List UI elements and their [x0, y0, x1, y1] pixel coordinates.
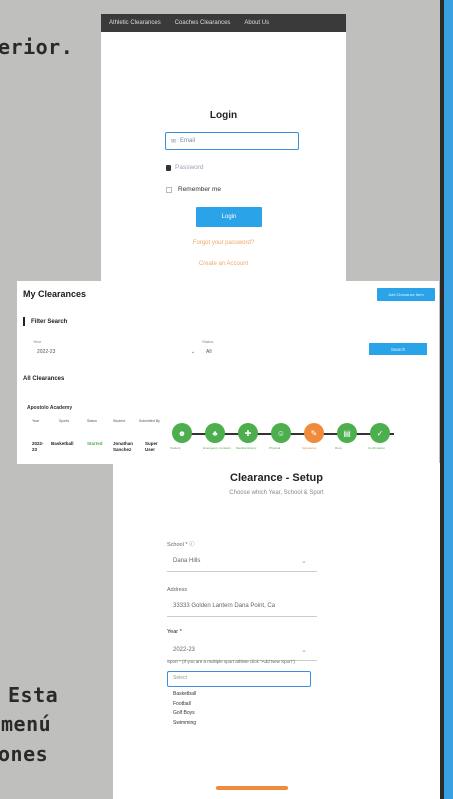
step-signature-icon[interactable]: ✎: [304, 423, 324, 443]
clearance-setup-screenshot: Clearance - Setup Choose which Year, Sch…: [113, 463, 440, 799]
sport-option[interactable]: Swimming: [173, 719, 305, 729]
side-text-line4: ones: [0, 742, 49, 766]
row-student[interactable]: Jonathan Sanchez: [113, 441, 139, 454]
login-title: Login: [209, 110, 238, 121]
header-status: Status: [87, 419, 97, 423]
setup-subtitle: Choose which Year, School & Sport: [229, 490, 324, 496]
address-label: Address: [167, 587, 188, 593]
forgot-password-link[interactable]: Forgot your password?: [101, 240, 346, 246]
sport-option[interactable]: Golf Boys: [173, 709, 305, 719]
header-year: Year: [32, 419, 40, 423]
page-title: My Clearances: [23, 289, 87, 299]
lock-icon: [166, 164, 171, 171]
side-text-line2: Esta: [8, 683, 59, 707]
top-navbar: Athletic Clearances Coaches Clearances A…: [101, 14, 346, 32]
chevron-down-icon: ⌄: [301, 558, 307, 565]
sport-option[interactable]: Football: [173, 700, 305, 710]
row-sport: Basketball: [51, 441, 74, 446]
sport-option[interactable]: Basketball: [173, 690, 305, 700]
mail-icon: ✉: [171, 138, 177, 145]
organization-name: Apostolo Academy: [27, 405, 73, 411]
login-screenshot: Athletic Clearances Coaches Clearances A…: [101, 14, 346, 284]
step-label: Signatures: [302, 446, 317, 450]
remember-me-label: Remember me: [178, 186, 221, 193]
step-label: Docs: [335, 446, 342, 450]
next-button-edge[interactable]: [216, 786, 288, 790]
my-clearances-screenshot: My Clearances Add Clearance Item Filter …: [17, 281, 439, 464]
step-check-icon[interactable]: ✓: [370, 423, 390, 443]
row-year: 2022-23: [32, 441, 44, 453]
nav-athletic-clearances[interactable]: Athletic Clearances: [109, 20, 161, 26]
side-text-line1: erior.: [0, 35, 74, 59]
chevron-down-icon: ⌄: [191, 349, 196, 355]
status-label: Status: [202, 339, 214, 344]
status-select[interactable]: All: [206, 349, 212, 355]
year-select[interactable]: 2022-23: [37, 349, 55, 355]
step-label: Medical History: [236, 446, 257, 450]
address-field[interactable]: 33333 Golden Lantern Dana Point, Ca: [173, 603, 275, 609]
sport-label: Sport * (If you are a multiple sport ath…: [167, 659, 295, 664]
chevron-down-icon: ⌄: [301, 647, 307, 654]
header-submitted-by: Submitted By: [139, 419, 160, 423]
row-submitted-by: Super User: [145, 441, 158, 453]
nav-about-us[interactable]: About Us: [244, 20, 269, 26]
header-sports: Sports: [59, 419, 70, 423]
step-label: Emergency Contacts: [203, 446, 231, 450]
step-medical-icon[interactable]: ✚: [238, 423, 258, 443]
setup-title: Clearance - Setup: [230, 472, 323, 484]
year-label: Year *: [167, 629, 182, 635]
filter-search-heading: Filter Search: [23, 317, 67, 326]
page-blue-edge: [444, 0, 453, 799]
remember-me-checkbox[interactable]: Remember me: [166, 186, 221, 193]
sport-placeholder: Select: [173, 675, 187, 681]
year-label: Year: [33, 339, 42, 344]
filter-search-label: Filter Search: [31, 318, 68, 325]
step-contacts-icon[interactable]: ♣: [205, 423, 225, 443]
school-select[interactable]: Dana Hills: [173, 558, 200, 564]
filter-bar-icon: [23, 317, 25, 326]
school-label: School * ⓘ: [167, 542, 195, 548]
year-select[interactable]: 2022-23: [173, 647, 195, 653]
search-button[interactable]: Search: [369, 343, 427, 355]
create-account-link[interactable]: Create an Account: [101, 261, 346, 267]
address-underline: [167, 616, 317, 617]
add-clearance-button[interactable]: Add Clearance Item: [377, 288, 435, 301]
login-button[interactable]: Login: [196, 207, 262, 227]
email-field[interactable]: ✉ Email: [165, 132, 299, 150]
step-label: Student: [170, 446, 181, 450]
password-placeholder: Password: [175, 164, 204, 171]
sport-dropdown-list: Basketball Football Golf Boys Swimming: [167, 687, 311, 731]
row-status: Started: [87, 441, 103, 446]
step-label: Confirmation: [368, 446, 386, 450]
email-placeholder: Email: [180, 138, 196, 144]
nav-coaches-clearances[interactable]: Coaches Clearances: [175, 20, 231, 26]
step-user-icon[interactable]: ☻: [172, 423, 192, 443]
school-underline: [167, 571, 317, 572]
side-text-line3: menú: [1, 712, 52, 736]
header-student: Student: [113, 419, 126, 423]
sport-select[interactable]: Select: [167, 671, 311, 687]
step-label: Physical: [269, 446, 281, 450]
step-docs-icon[interactable]: ▤: [337, 423, 357, 443]
step-physical-icon[interactable]: ☺: [271, 423, 291, 443]
checkbox-icon: [166, 186, 172, 193]
password-field[interactable]: Password: [166, 164, 204, 171]
all-clearances-heading: All Clearances: [23, 376, 65, 382]
